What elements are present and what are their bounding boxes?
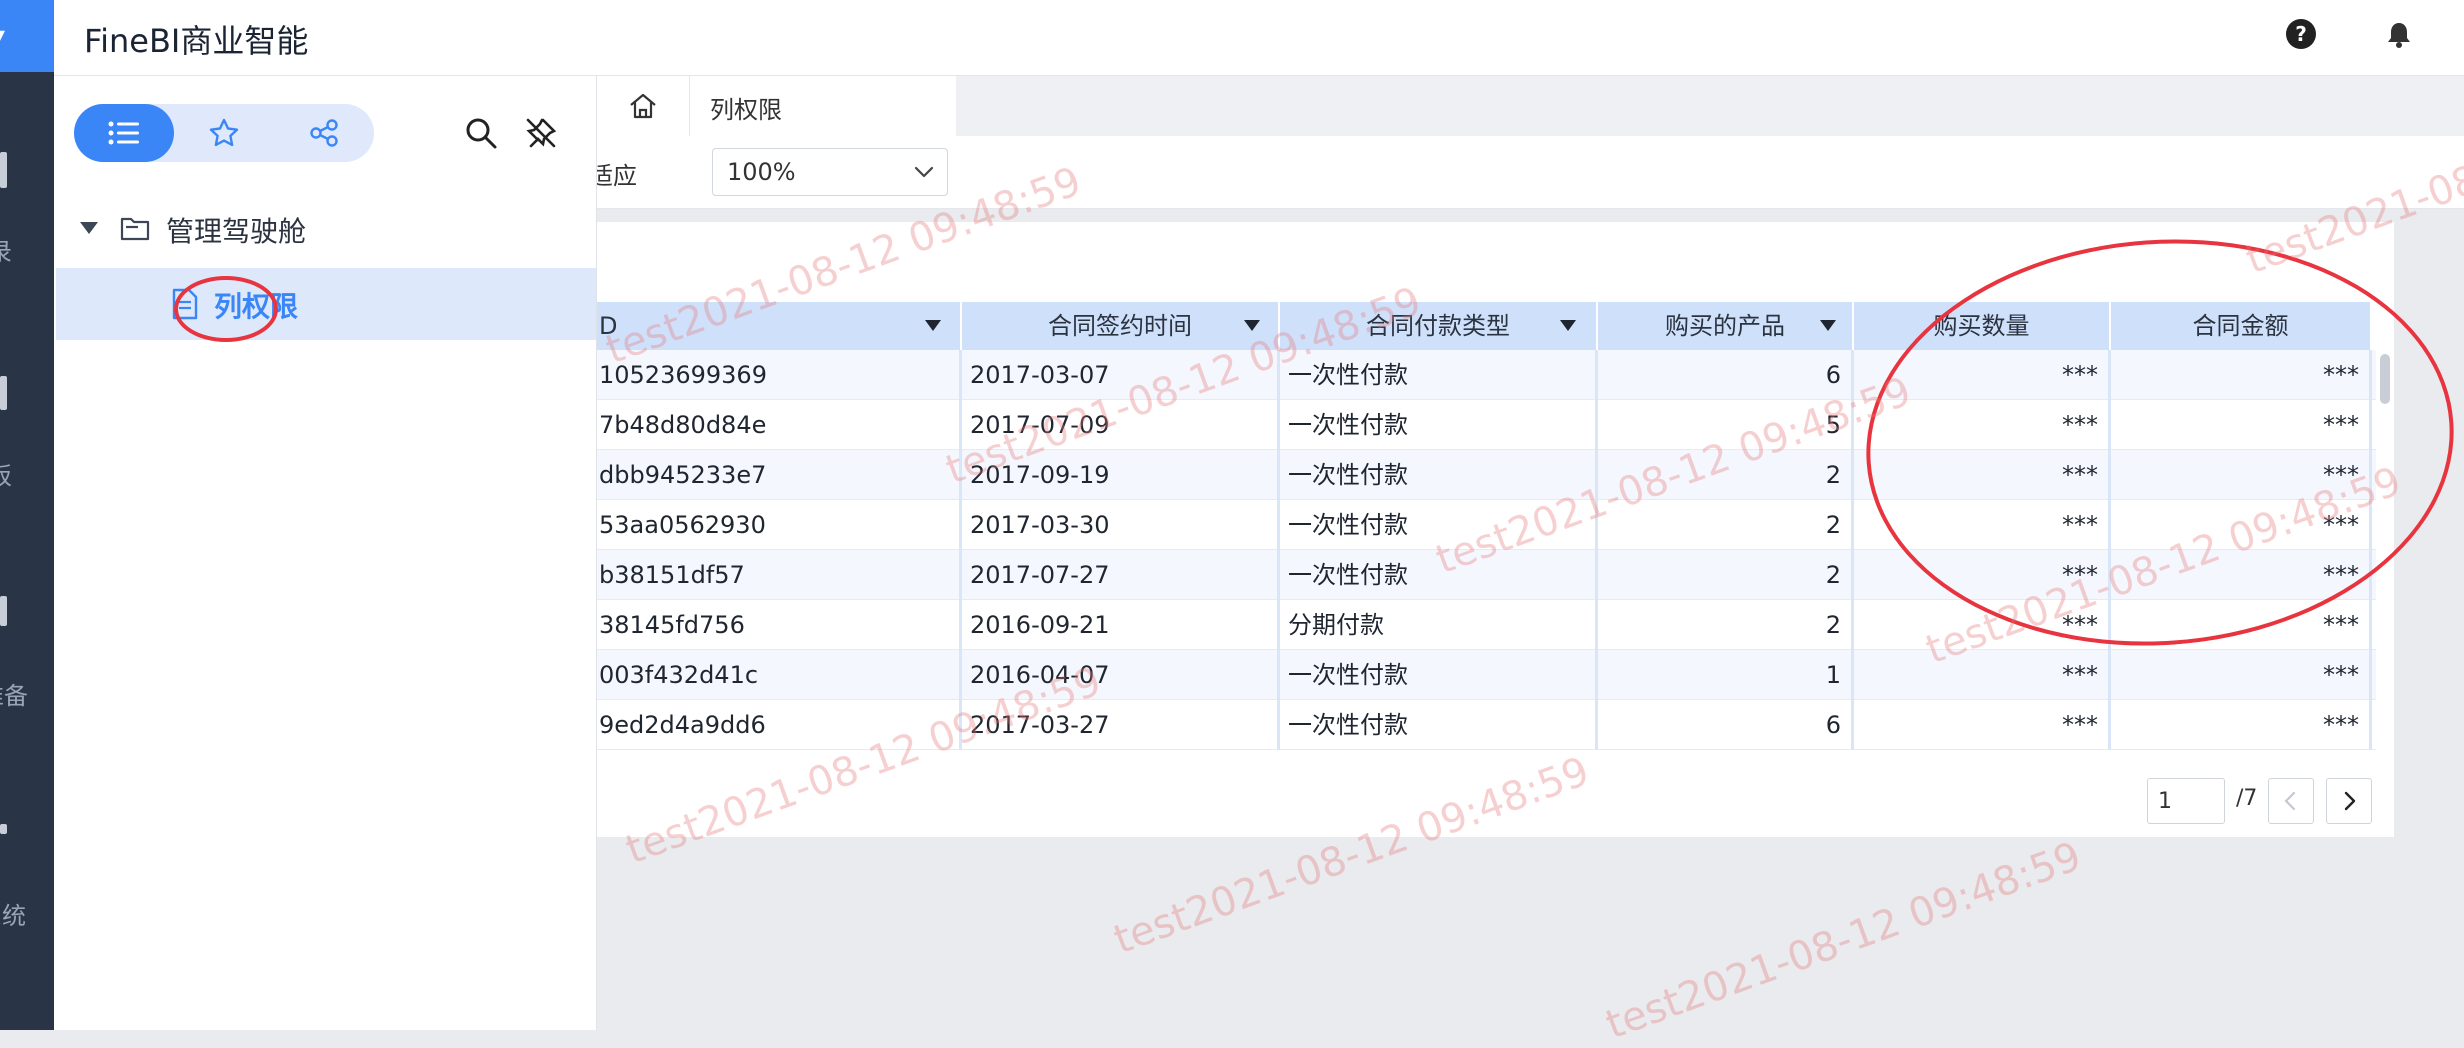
prev-page-button[interactable] — [2268, 778, 2314, 824]
chevron-right-icon — [2344, 791, 2356, 811]
cell-payment-type: 一次性付款 — [1280, 700, 1598, 750]
star-icon — [209, 118, 239, 147]
cell-product: 2 — [1598, 600, 1854, 650]
cell-payment-type: 一次性付款 — [1280, 650, 1598, 700]
cell-payment-type: 一次性付款 — [1280, 400, 1598, 450]
cell-sign-date: 2017-03-30 — [962, 500, 1280, 550]
cell-sign-date: 2017-07-27 — [962, 550, 1280, 600]
main-nav-strip: ▾ 录 板 准备 系统 — [0, 0, 54, 1030]
top-header: FineBI商业智能 ? — [54, 0, 2464, 76]
cell-payment-type: 分期付款 — [1280, 600, 1598, 650]
tree-folder-management-cockpit[interactable]: 管理驾驶舱 — [54, 200, 596, 256]
cell-id: 7b48d80d84e — [597, 400, 962, 450]
cell-payment-type: 一次性付款 — [1280, 450, 1598, 500]
cell-id: 53aa0562930 — [597, 500, 962, 550]
tree-item-column-permission[interactable]: 列权限 — [56, 268, 596, 340]
cell-payment-type: 一次性付款 — [1280, 350, 1598, 400]
filter-triangle-icon[interactable] — [1244, 320, 1260, 331]
cell-product: 2 — [1598, 500, 1854, 550]
filter-triangle-icon[interactable] — [925, 320, 941, 331]
column-header-label: D — [599, 312, 618, 340]
cell-sign-date: 2017-03-27 — [962, 700, 1280, 750]
cell-sign-date: 2016-04-07 — [962, 650, 1280, 700]
cell-product: 6 — [1598, 700, 1854, 750]
next-page-button[interactable] — [2326, 778, 2372, 824]
home-tab[interactable] — [597, 76, 690, 136]
cell-amount: *** — [2111, 700, 2372, 750]
bell-icon[interactable] — [2384, 20, 2414, 50]
view-switcher — [74, 104, 374, 162]
report-toolbar: 适应 100% — [597, 136, 2464, 209]
cell-product: 6 — [1598, 350, 1854, 400]
nav-item-directory[interactable]: 录 — [0, 232, 42, 267]
cell-id: 38145fd756 — [597, 600, 962, 650]
cell-payment-type: 一次性付款 — [1280, 550, 1598, 600]
page-number-value: 1 — [2158, 789, 2172, 814]
cell-sign-date: 2017-03-07 — [962, 350, 1280, 400]
column-header-label: 合同付款类型 — [1366, 312, 1510, 340]
column-header-id[interactable]: D — [597, 302, 962, 350]
column-header-label: 购买的产品 — [1665, 312, 1785, 340]
annotation-circle-sidebar — [174, 276, 278, 342]
directory-sidebar: 管理驾驶舱 列权限 — [54, 76, 597, 1030]
shared-button[interactable] — [274, 104, 374, 162]
filter-triangle-icon[interactable] — [1820, 320, 1836, 331]
cell-product: 2 — [1598, 550, 1854, 600]
zoom-select[interactable]: 100% — [712, 148, 948, 196]
search-icon[interactable] — [464, 116, 498, 150]
list-view-button[interactable] — [74, 104, 174, 162]
cell-quantity: *** — [1854, 700, 2111, 750]
filter-triangle-icon[interactable] — [1560, 320, 1576, 331]
chevron-left-icon — [2284, 791, 2296, 811]
tree-folder-label: 管理驾驶舱 — [166, 215, 307, 248]
page-number-input[interactable]: 1 — [2147, 778, 2225, 824]
fit-label: 适应 — [597, 162, 637, 190]
column-header-product[interactable]: 购买的产品 — [1598, 302, 1854, 350]
cell-id: 9ed2d4a9dd6 — [597, 700, 962, 750]
chevron-down-icon — [914, 166, 934, 178]
nav-icon-system[interactable] — [0, 824, 7, 834]
favorites-button[interactable] — [174, 104, 274, 162]
cell-quantity: *** — [1854, 650, 2111, 700]
table-row: 003f432d41c 2016-04-07 一次性付款 1 *** *** — [597, 650, 2376, 700]
column-header-sign-date[interactable]: 合同签约时间 — [962, 302, 1280, 350]
nav-item-data-prep[interactable]: 准备 — [0, 676, 34, 711]
tab-bar: 列权限 — [597, 76, 2464, 136]
nav-item-system[interactable]: 系统 — [0, 896, 32, 931]
cell-sign-date: 2017-07-09 — [962, 400, 1280, 450]
cell-product: 2 — [1598, 450, 1854, 500]
watermark: test2021-08-12 09:48:59 — [1600, 833, 2088, 1048]
nav-collapse-button[interactable]: ▾ — [0, 0, 54, 72]
cell-amount: *** — [2111, 650, 2372, 700]
nav-item-dashboard[interactable]: 板 — [0, 456, 42, 491]
column-header-payment-type[interactable]: 合同付款类型 — [1280, 302, 1598, 350]
cell-sign-date: 2016-09-21 — [962, 600, 1280, 650]
zoom-value: 100% — [727, 158, 796, 186]
page-total: /7 — [2236, 786, 2258, 811]
cell-sign-date: 2017-09-19 — [962, 450, 1280, 500]
nav-icon-dashboard[interactable] — [0, 376, 7, 410]
help-icon[interactable]: ? — [2286, 19, 2316, 49]
tab-column-permission[interactable]: 列权限 — [690, 76, 956, 136]
caret-down-icon[interactable] — [80, 222, 98, 234]
tab-label: 列权限 — [710, 96, 782, 124]
cell-product: 5 — [1598, 400, 1854, 450]
cell-product: 1 — [1598, 650, 1854, 700]
cell-id: 10523699369 — [597, 350, 962, 400]
cell-payment-type: 一次性付款 — [1280, 500, 1598, 550]
unpin-icon[interactable] — [524, 116, 558, 150]
cell-id: b38151df57 — [597, 550, 962, 600]
nav-icon-data-prep[interactable] — [0, 596, 7, 626]
folder-icon — [120, 217, 150, 241]
cell-id: dbb945233e7 — [597, 450, 962, 500]
list-icon — [108, 121, 139, 145]
home-icon — [630, 93, 656, 119]
share-icon — [310, 119, 338, 147]
table-row: 9ed2d4a9dd6 2017-03-27 一次性付款 6 *** *** — [597, 700, 2376, 750]
nav-icon-directory[interactable] — [0, 152, 7, 188]
column-header-label: 合同签约时间 — [1048, 312, 1192, 340]
cell-id: 003f432d41c — [597, 650, 962, 700]
app-title: FineBI商业智能 — [84, 22, 309, 60]
